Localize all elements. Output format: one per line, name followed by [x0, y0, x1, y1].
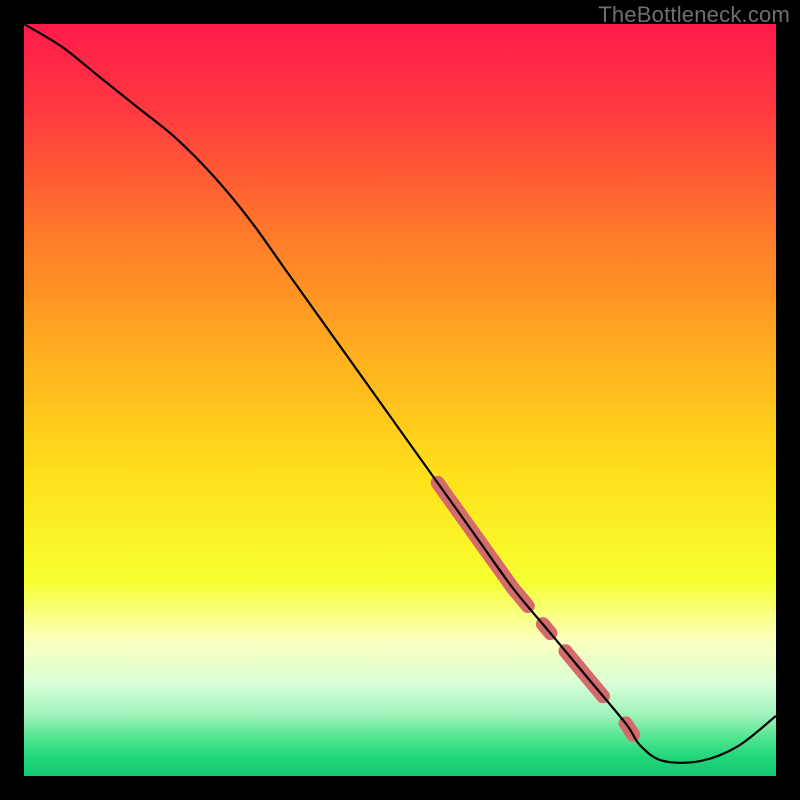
- gradient-background: [24, 24, 776, 776]
- watermark-text: TheBottleneck.com: [598, 2, 790, 28]
- chart-plot-area: [24, 24, 776, 776]
- chart-svg: [24, 24, 776, 776]
